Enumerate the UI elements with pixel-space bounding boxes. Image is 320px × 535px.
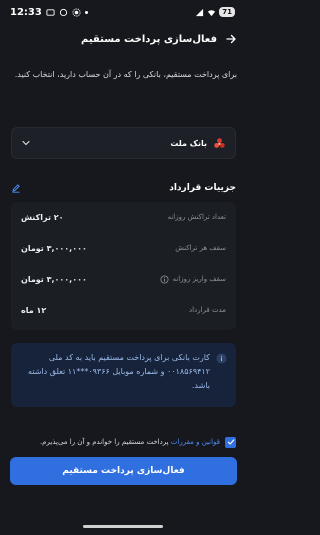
more-notifications-dot	[84, 10, 88, 14]
duration-value: ۱۲ ماه	[21, 305, 47, 315]
terms-checkbox[interactable]	[225, 436, 236, 448]
daily-count-value: ۲۰ تراکنش	[21, 212, 64, 222]
bank-info: بانک ملت	[170, 137, 226, 150]
screen: 12:33 71 فعال‌سازی پرداخت مستقیم برای پر…	[0, 0, 247, 535]
info-circle-icon	[216, 353, 227, 364]
home-indicator	[83, 525, 163, 528]
info-icon[interactable]	[160, 274, 169, 284]
edit-pencil-icon[interactable]	[11, 183, 21, 193]
daily-deposit-label: سقف واریز روزانه	[172, 275, 226, 283]
detail-row-daily-count: ۲۰ تراکنش تعداد تراکنش روزانه	[21, 205, 226, 229]
bank-name: بانک ملت	[170, 138, 207, 148]
details-title: جزییات قرارداد	[169, 183, 236, 193]
intro-text: برای پرداخت مستقیم، بانکی را که در آن حس…	[14, 70, 237, 79]
per-transaction-value: ۳,۰۰۰,۰۰۰ تومان	[21, 243, 87, 253]
check-icon	[227, 439, 234, 445]
notice-text: کارت بانکی برای پرداخت مستقیم باید به کد…	[28, 353, 210, 390]
back-arrow-icon[interactable]	[225, 33, 237, 45]
bank-mellat-logo-icon	[214, 137, 225, 148]
daily-count-label: تعداد تراکنش روزانه	[167, 213, 226, 221]
status-right: 71	[195, 7, 235, 17]
daily-count-label-wrap: تعداد تراکنش روزانه	[168, 213, 226, 221]
messenger-icon	[59, 8, 67, 16]
notice-box: کارت بانکی برای پرداخت مستقیم باید به کد…	[11, 343, 236, 407]
battery-level: 71	[219, 7, 235, 17]
duration-label: مدت قرارداد	[189, 306, 226, 314]
app-header: فعال‌سازی پرداخت مستقیم	[0, 26, 247, 52]
terms-row: قوانین و مقررات پرداخت مستقیم را خواندم …	[11, 434, 236, 450]
details-card: ۲۰ تراکنش تعداد تراکنش روزانه ۳,۰۰۰,۰۰۰ …	[11, 202, 236, 330]
signal-icon	[196, 8, 204, 16]
activate-direct-payment-button[interactable]: فعال‌سازی پرداخت مستقیم	[10, 457, 237, 485]
terms-link[interactable]: قوانین و مقررات	[171, 438, 220, 446]
chevron-down-icon	[22, 140, 30, 146]
details-header: جزییات قرارداد	[11, 180, 236, 196]
bank-selector[interactable]: بانک ملت	[11, 127, 236, 159]
duration-label-wrap: مدت قرارداد	[189, 306, 226, 314]
detail-row-daily-deposit: ۳,۰۰۰,۰۰۰ تومان سقف واریز روزانه	[21, 267, 226, 291]
status-bar: 12:33 71	[0, 0, 247, 24]
terms-suffix: پرداخت مستقیم را خواندم و آن را می‌پذیرم…	[39, 438, 171, 446]
notification-icon	[46, 8, 55, 16]
detail-row-duration: ۱۲ ماه مدت قرارداد	[21, 298, 226, 322]
wifi-icon	[208, 9, 216, 16]
page-title: فعال‌سازی پرداخت مستقیم	[81, 33, 217, 45]
detail-row-per-transaction: ۳,۰۰۰,۰۰۰ تومان سقف هر تراکنش	[21, 236, 226, 260]
daily-deposit-value: ۳,۰۰۰,۰۰۰ تومان	[21, 274, 87, 284]
clock: 12:33	[10, 6, 42, 18]
terms-text: قوانین و مقررات پرداخت مستقیم را خواندم …	[40, 438, 220, 446]
settings-icon	[72, 7, 81, 17]
daily-deposit-label-wrap: سقف واریز روزانه	[160, 274, 226, 284]
per-transaction-label: سقف هر تراکنش	[175, 244, 226, 252]
status-left: 12:33	[10, 7, 88, 18]
per-transaction-label-wrap: سقف هر تراکنش	[175, 244, 226, 252]
